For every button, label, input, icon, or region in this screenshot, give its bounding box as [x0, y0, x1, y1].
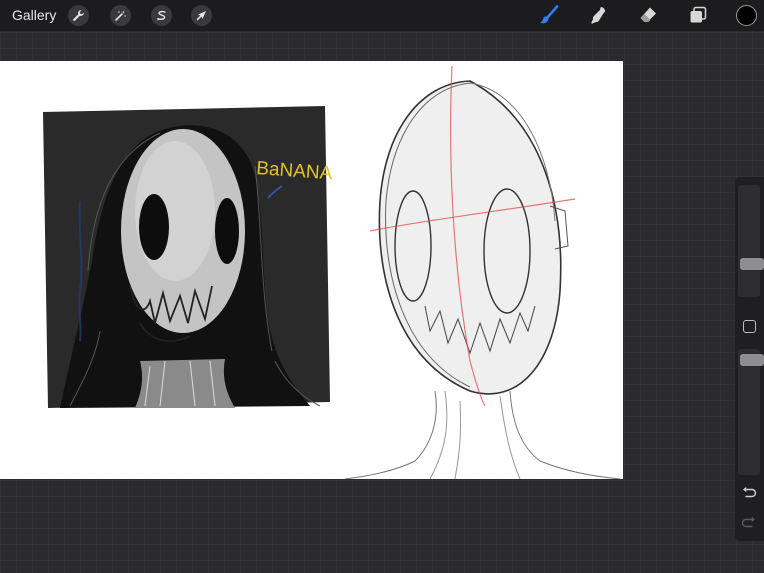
brush-icon: [540, 5, 559, 24]
smudge-icon: [591, 7, 606, 24]
smudge-tool-button[interactable]: [586, 3, 610, 27]
gallery-button[interactable]: Gallery: [12, 7, 56, 23]
transform-button[interactable]: [191, 5, 212, 26]
brush-size-slider[interactable]: [738, 185, 764, 297]
artwork: BaNANA: [43, 65, 621, 479]
redo-icon[interactable]: [741, 516, 757, 530]
sketch: [344, 65, 621, 479]
reference-image: BaNANA: [43, 106, 333, 409]
eraser-tool-button[interactable]: [636, 3, 660, 27]
selection-button[interactable]: [151, 5, 172, 26]
modify-button[interactable]: [743, 320, 756, 333]
magic-wand-icon: [115, 10, 126, 21]
eraser-icon: [640, 7, 656, 22]
layers-icon: [690, 6, 707, 23]
top-toolbar: Gallery: [0, 0, 764, 31]
actions-button[interactable]: [68, 5, 89, 26]
opacity-knob[interactable]: [740, 354, 764, 366]
color-picker-button[interactable]: [736, 5, 757, 26]
brush-tool-button[interactable]: [537, 3, 561, 27]
transform-arrow-icon: [196, 11, 206, 21]
undo-icon[interactable]: [741, 486, 757, 500]
right-sidebar: [735, 177, 764, 541]
selection-icon: [157, 10, 166, 21]
brush-size-knob[interactable]: [740, 258, 764, 270]
wrench-icon: [73, 10, 84, 21]
drawing-canvas[interactable]: BaNANA: [0, 61, 623, 479]
adjustments-button[interactable]: [110, 5, 131, 26]
opacity-slider[interactable]: [738, 349, 764, 475]
layers-button[interactable]: [686, 3, 710, 27]
